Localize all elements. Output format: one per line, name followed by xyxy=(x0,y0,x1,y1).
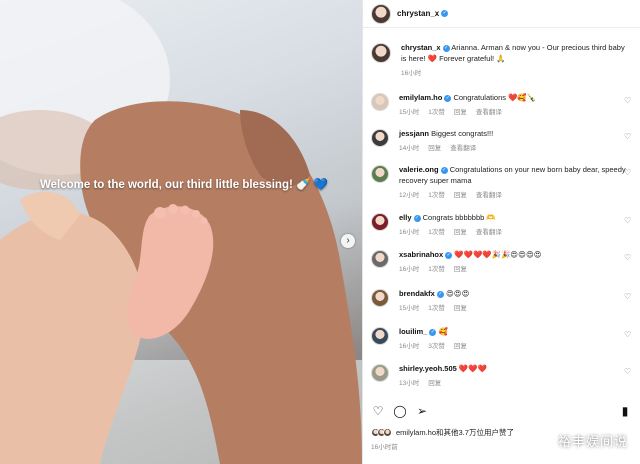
commenter-username[interactable]: emilylam.ho xyxy=(399,93,442,102)
translate-button[interactable]: 查看翻译 xyxy=(476,229,502,236)
translate-button[interactable]: 查看翻译 xyxy=(476,109,502,116)
comment-like-icon[interactable]: ♡ xyxy=(624,97,632,105)
reply-button[interactable]: 回复 xyxy=(454,305,467,312)
comment-time: 12小时 xyxy=(399,192,420,199)
comment-time: 16小时 xyxy=(399,266,420,273)
verified-icon: ✓ xyxy=(444,94,452,102)
author-avatar[interactable] xyxy=(371,43,391,63)
photo-caption: Welcome to the world, our third little b… xyxy=(40,179,328,191)
verified-icon: ✓ xyxy=(441,10,449,17)
verified-icon: ✓ xyxy=(413,214,421,222)
watermark: 裕丰娱间说 xyxy=(557,435,628,450)
comment-text: ❤️❤️❤️❤️🎉🎉😍😍😍😍 xyxy=(454,250,542,259)
commenter-avatar[interactable] xyxy=(371,213,389,231)
post-time: 16小时前 xyxy=(371,444,398,451)
comment-text: Congrats bbbbbbb 🫶 xyxy=(422,213,496,222)
commenter-username[interactable]: shirley.yeoh.505 xyxy=(399,364,457,373)
post-detail-panel: chrystan_x ✓ chrystan_x ✓ Arianna. Arman … xyxy=(362,0,640,464)
comment-like-icon[interactable]: ♡ xyxy=(624,133,632,141)
comment-time: 14小时 xyxy=(399,145,420,152)
caption-time: 16小时 xyxy=(401,70,422,77)
commenter-username[interactable]: brendakfx xyxy=(399,289,435,298)
translate-button[interactable]: 查看翻译 xyxy=(450,145,476,152)
likes-text: emilylam.ho和其他3.7万位用户赞了 xyxy=(396,428,514,437)
verified-icon: ✓ xyxy=(442,44,450,52)
comment-icon[interactable]: ◯ xyxy=(393,404,407,418)
comment-time: 15小时 xyxy=(399,109,420,116)
reply-button[interactable]: 回复 xyxy=(428,145,441,152)
post-actions: ♡ ◯ ➢ ▮ xyxy=(371,404,632,418)
commenter-username[interactable]: elly xyxy=(399,213,412,222)
reply-button[interactable]: 回复 xyxy=(454,266,467,273)
share-icon[interactable]: ➢ xyxy=(415,404,429,418)
translate-button[interactable]: 查看翻译 xyxy=(476,192,502,199)
comment-item: valerie.ong ✓ Congratulations on your new… xyxy=(371,164,632,199)
comment-item: louilim_ ✓ 🥰 16小时 3次赞 回复 ♡ xyxy=(371,326,632,350)
comment-time: 15小时 xyxy=(399,305,420,312)
comment-time: 13小时 xyxy=(399,380,420,387)
comment-item: emilylam.ho ✓ Congratulations ❤️🥰🍾 15小时 1次赞… xyxy=(371,92,632,116)
comment-item: elly ✓ Congrats bbbbbbb 🫶 16小时 1次赞 回复 查看翻译 ♡ xyxy=(371,212,632,236)
hands-illustration xyxy=(0,0,362,464)
comment-text: 😍😍😍 xyxy=(445,289,470,298)
commenter-avatar[interactable] xyxy=(371,289,389,307)
comment-likes[interactable]: 1次赞 xyxy=(428,109,445,116)
comment-like-icon[interactable]: ♡ xyxy=(624,254,632,262)
comment-likes[interactable]: 1次赞 xyxy=(428,192,445,199)
verified-icon: ✓ xyxy=(429,328,437,336)
comment-item: jessjann Biggest congrats!!! 14小时 回复 查看翻译 ♡ xyxy=(371,128,632,152)
likes-summary[interactable]: emilylam.ho和其他3.7万位用户赞了 xyxy=(371,427,514,438)
comment-time: 16小时 xyxy=(399,343,420,350)
comment-time: 16小时 xyxy=(399,229,420,236)
commenter-avatar[interactable] xyxy=(371,129,389,147)
comment-like-icon[interactable]: ♡ xyxy=(624,368,632,376)
reply-button[interactable]: 回复 xyxy=(454,229,467,236)
comment-like-icon[interactable]: ♡ xyxy=(624,331,632,339)
commenter-username[interactable]: valerie.ong xyxy=(399,165,439,174)
comment-like-icon[interactable]: ♡ xyxy=(624,293,632,301)
verified-icon: ✓ xyxy=(436,290,444,298)
comment-item: shirley.yeoh.505 ❤️❤️❤️ 13小时 回复 ♡ xyxy=(371,363,632,387)
comment-text: ❤️❤️❤️ xyxy=(458,364,487,373)
commenter-avatar[interactable] xyxy=(371,327,389,345)
post-caption: chrystan_x ✓ Arianna. Arman & now you - O… xyxy=(371,42,632,77)
commenter-avatar[interactable] xyxy=(371,250,389,268)
reply-button[interactable]: 回复 xyxy=(454,343,467,350)
comment-text: Biggest congrats!!! xyxy=(431,129,494,138)
commenter-username[interactable]: jessjann xyxy=(399,129,429,138)
author-avatar[interactable] xyxy=(371,3,391,24)
reply-button[interactable]: 回复 xyxy=(454,192,467,199)
save-icon[interactable]: ▮ xyxy=(618,404,632,418)
comment-text: Congratulations ❤️🥰🍾 xyxy=(453,93,537,102)
comment-likes[interactable]: 1次赞 xyxy=(428,305,445,312)
comment-likes[interactable]: 1次赞 xyxy=(428,266,445,273)
commenter-avatar[interactable] xyxy=(371,165,389,183)
verified-icon: ✓ xyxy=(440,166,448,174)
post-header: chrystan_x ✓ xyxy=(363,0,640,28)
comment-item: brendakfx ✓ 😍😍😍 15小时 1次赞 回复 ♡ xyxy=(371,288,632,312)
comment-text: 🥰 xyxy=(438,327,448,336)
comment-like-icon[interactable]: ♡ xyxy=(624,217,632,225)
commenter-username[interactable]: louilim_ xyxy=(399,327,427,336)
comment-likes[interactable]: 1次赞 xyxy=(428,229,445,236)
comment-likes[interactable]: 3次赞 xyxy=(428,343,445,350)
next-photo-button[interactable]: › xyxy=(341,234,355,248)
commenter-username[interactable]: xsabrinahox xyxy=(399,250,443,259)
commenter-avatar[interactable] xyxy=(371,364,389,382)
comment-item: xsabrinahox ✓ ❤️❤️❤️❤️🎉🎉😍😍😍😍 16小时 1次赞 回复 ♡ xyxy=(371,249,632,273)
liker-avatar xyxy=(383,428,392,437)
reply-button[interactable]: 回复 xyxy=(454,109,467,116)
like-icon[interactable]: ♡ xyxy=(371,404,385,418)
commenter-avatar[interactable] xyxy=(371,93,389,111)
caption-username[interactable]: chrystan_x xyxy=(401,43,441,52)
comment-like-icon[interactable]: ♡ xyxy=(624,169,632,177)
post-photo[interactable]: Welcome to the world, our third little b… xyxy=(0,0,362,464)
author-username[interactable]: chrystan_x xyxy=(397,9,439,18)
verified-icon: ✓ xyxy=(445,251,453,259)
reply-button[interactable]: 回复 xyxy=(428,380,441,387)
